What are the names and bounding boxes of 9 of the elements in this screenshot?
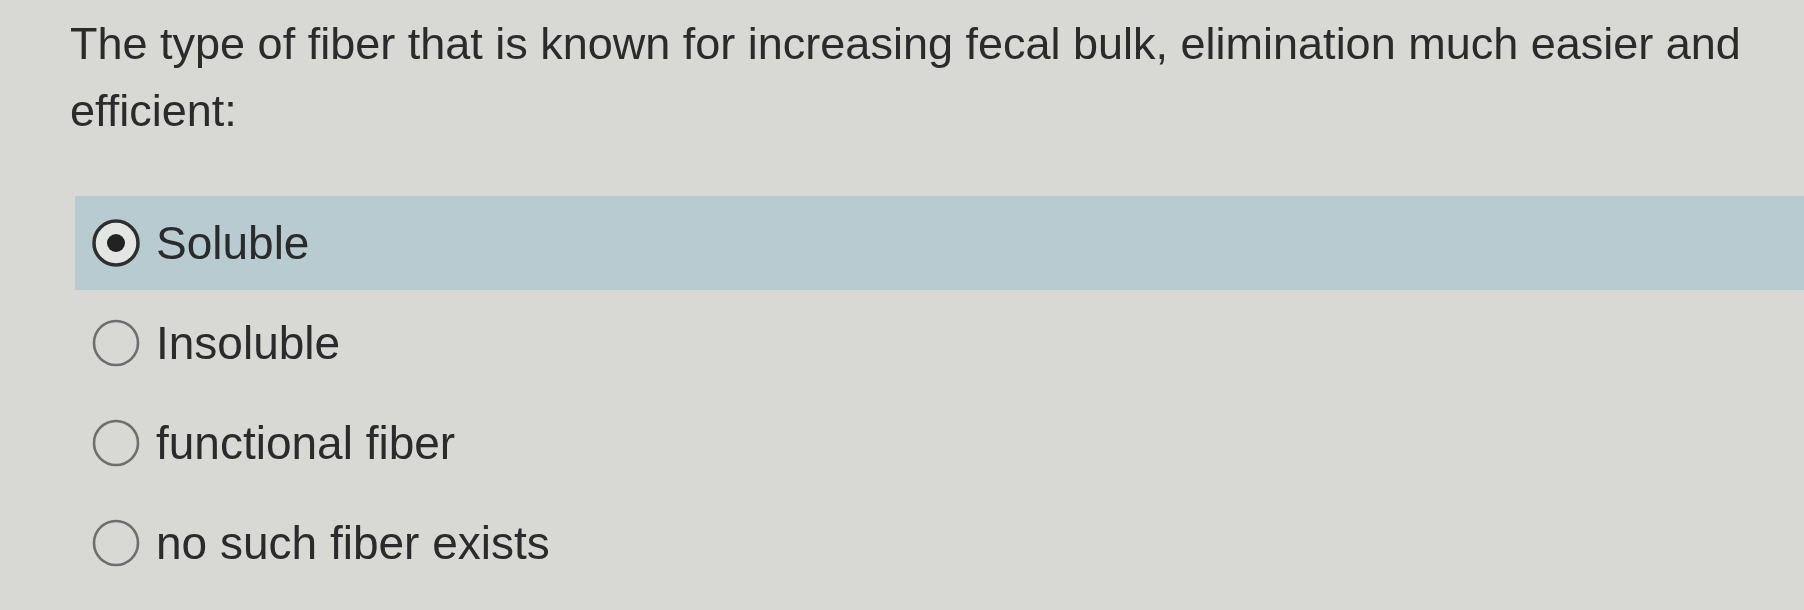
- question-text: The type of fiber that is known for increasing fecal bulk, elimination much easier and efficient:: [70, 18, 1741, 136]
- option-label[interactable]: Insoluble: [156, 316, 341, 370]
- option-label[interactable]: Soluble: [156, 216, 310, 270]
- radio-button[interactable]: [92, 219, 140, 267]
- option-label[interactable]: no such fiber exists: [156, 516, 550, 570]
- option-label[interactable]: functional fiber: [156, 416, 456, 470]
- radio-button[interactable]: [92, 419, 140, 467]
- radio-button[interactable]: [92, 519, 140, 567]
- radio-button[interactable]: [92, 319, 140, 367]
